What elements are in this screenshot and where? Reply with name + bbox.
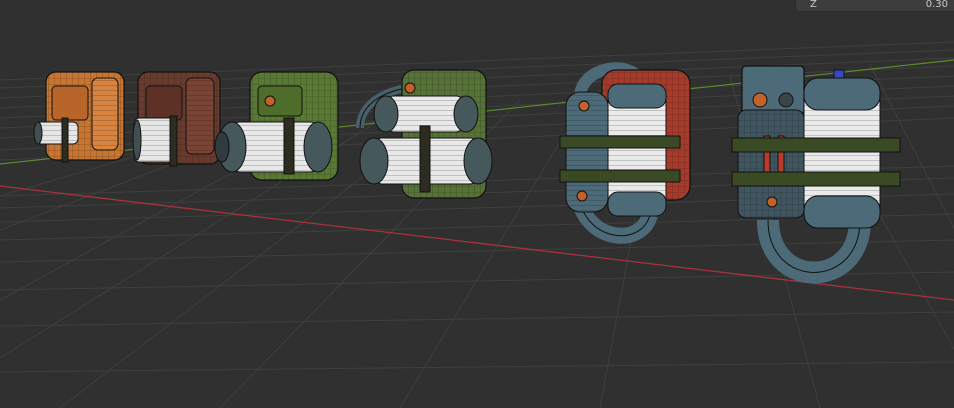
3d-viewport[interactable]: Z 0.30 <box>0 0 954 408</box>
jetpack-red[interactable] <box>559 62 691 244</box>
z-axis-label: Z <box>810 0 817 10</box>
viewport-scene[interactable] <box>0 0 954 408</box>
z-property-row[interactable]: Z 0.30 <box>796 0 954 13</box>
properties-panel[interactable]: Z 0.30 <box>795 0 954 12</box>
backpack-orange[interactable] <box>33 71 125 163</box>
backpack-brown[interactable] <box>132 71 221 167</box>
backpack-green-double-tank[interactable] <box>356 69 493 199</box>
z-value-field[interactable]: 0.30 <box>926 0 948 10</box>
